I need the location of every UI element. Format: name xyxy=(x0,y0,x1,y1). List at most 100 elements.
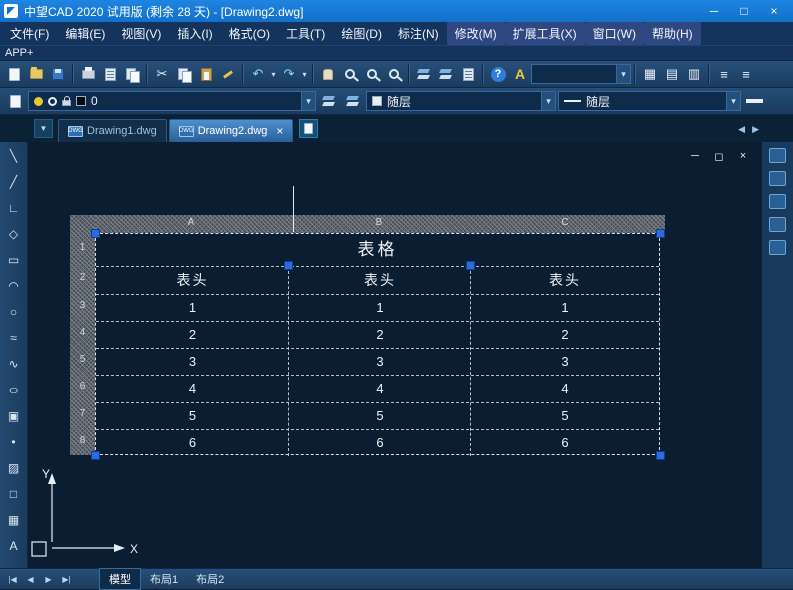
new-tab-button[interactable] xyxy=(299,119,318,138)
tab-overflow-button[interactable]: ▼ xyxy=(34,119,53,138)
mdi-restore-button[interactable]: ◻ xyxy=(712,150,726,163)
menu-tools[interactable]: 工具(T) xyxy=(278,22,333,45)
lineweight-button[interactable] xyxy=(743,90,765,112)
first-layout-button[interactable]: |◀ xyxy=(5,575,20,584)
color-combo[interactable]: 随层 ▾ xyxy=(366,91,556,111)
panel-icon-1[interactable] xyxy=(769,148,786,163)
next-layout-button[interactable]: ▶ xyxy=(41,575,56,584)
open-file-button[interactable] xyxy=(25,63,47,85)
insert-field-button[interactable]: ▤ xyxy=(661,63,683,85)
mdi-close-button[interactable]: × xyxy=(736,150,750,163)
point-tool-button[interactable]: • xyxy=(3,431,25,452)
zoom-window-button[interactable] xyxy=(361,63,383,85)
layer-manager-button[interactable] xyxy=(413,63,435,85)
layer-properties-button[interactable] xyxy=(318,90,340,112)
make-layer-current-button[interactable] xyxy=(4,90,26,112)
paste-button[interactable] xyxy=(195,63,217,85)
line-tool-button[interactable]: ╲ xyxy=(3,145,25,166)
rectangle-tool-button[interactable]: ▭ xyxy=(3,249,25,270)
grip-bottom-left[interactable] xyxy=(91,451,100,460)
revision-cloud-tool-button[interactable]: ≈ xyxy=(3,327,25,348)
style-combo[interactable]: ▾ xyxy=(531,64,631,84)
menu-edit[interactable]: 编辑(E) xyxy=(57,22,113,45)
tab-layout1[interactable]: 布局1 xyxy=(141,569,187,589)
panel-icon-3[interactable] xyxy=(769,194,786,209)
region-tool-button[interactable]: □ xyxy=(3,483,25,504)
save-button[interactable] xyxy=(47,63,69,85)
cad-table-entity[interactable]: 表格 表头 表头 表头 1 1 1 2 2 2 3 3 3 4 4 4 5 5 xyxy=(95,233,660,455)
redo-button[interactable]: ↷ xyxy=(278,63,300,85)
markup-button[interactable]: ≡ xyxy=(713,63,735,85)
polyline-tool-button[interactable]: ∟ xyxy=(3,197,25,218)
previous-layout-button[interactable]: ◀ xyxy=(23,575,38,584)
mtext-tool-button[interactable]: A xyxy=(3,535,25,556)
linetype-combo[interactable]: 随层 ▾ xyxy=(558,91,741,111)
menu-window[interactable]: 窗口(W) xyxy=(585,22,644,45)
match-properties-button[interactable] xyxy=(217,63,239,85)
publish-button[interactable] xyxy=(121,63,143,85)
copy-button[interactable] xyxy=(173,63,195,85)
menu-view[interactable]: 视图(V) xyxy=(113,22,169,45)
minimize-button[interactable]: ─ xyxy=(699,0,729,22)
pan-button[interactable] xyxy=(317,63,339,85)
tab-layout2[interactable]: 布局2 xyxy=(187,569,233,589)
polygon-tool-button[interactable]: ◇ xyxy=(3,223,25,244)
insert-table-button[interactable]: ▦ xyxy=(639,63,661,85)
circle-tool-button[interactable]: ○ xyxy=(3,301,25,322)
redo-dropdown[interactable]: ▾ xyxy=(300,63,309,85)
grip-column-2[interactable] xyxy=(466,261,475,270)
menu-format[interactable]: 格式(O) xyxy=(221,22,278,45)
panel-icon-5[interactable] xyxy=(769,240,786,255)
undo-button[interactable]: ↶ xyxy=(247,63,269,85)
insert-block-tool-button[interactable]: ▣ xyxy=(3,405,25,426)
drawing-canvas[interactable]: ─ ◻ × A B C 1 2 3 4 5 6 7 8 表格 表头 表头 表头 … xyxy=(28,142,762,568)
cut-button[interactable]: ✂ xyxy=(151,63,173,85)
print-preview-button[interactable] xyxy=(99,63,121,85)
panel-icon-4[interactable] xyxy=(769,217,786,232)
clean-screen-button[interactable]: ≡ xyxy=(735,63,757,85)
sheet-set-button[interactable]: ▥ xyxy=(683,63,705,85)
tab-scroll-right-icon[interactable]: ▶ xyxy=(752,124,759,135)
layer-previous-button[interactable] xyxy=(342,90,364,112)
text-style-button[interactable]: A xyxy=(509,63,531,85)
menu-dimension[interactable]: 标注(N) xyxy=(390,22,447,45)
chevron-down-icon[interactable]: ▾ xyxy=(616,65,630,83)
app-plus-menu[interactable]: APP+ xyxy=(5,47,33,59)
tab-close-icon[interactable]: × xyxy=(276,124,283,138)
tab-model[interactable]: 模型 xyxy=(99,568,141,590)
chevron-down-icon[interactable]: ▾ xyxy=(726,92,740,110)
doc-tab-drawing1[interactable]: DWG Drawing1.dwg xyxy=(58,119,167,142)
mdi-minimize-button[interactable]: ─ xyxy=(688,150,702,163)
doc-tab-drawing2[interactable]: DWG Drawing2.dwg × xyxy=(169,119,294,142)
print-button[interactable] xyxy=(77,63,99,85)
new-file-button[interactable] xyxy=(3,63,25,85)
panel-icon-2[interactable] xyxy=(769,171,786,186)
ellipse-tool-button[interactable]: ○ xyxy=(3,379,25,400)
grip-top-left[interactable] xyxy=(91,229,100,238)
tab-scroll-left-icon[interactable]: ◀ xyxy=(738,124,745,135)
spline-tool-button[interactable]: ∿ xyxy=(3,353,25,374)
properties-palette-button[interactable] xyxy=(457,63,479,85)
maximize-button[interactable]: □ xyxy=(729,0,759,22)
layer-combo[interactable]: 0 ▾ xyxy=(28,91,316,111)
arc-tool-button[interactable]: ◠ xyxy=(3,275,25,296)
hatch-tool-button[interactable]: ▨ xyxy=(3,457,25,478)
help-button[interactable]: ? xyxy=(487,63,509,85)
grip-bottom-right[interactable] xyxy=(656,451,665,460)
last-layout-button[interactable]: ▶| xyxy=(59,575,74,584)
menu-express-tools[interactable]: 扩展工具(X) xyxy=(505,22,585,45)
menu-modify[interactable]: 修改(M) xyxy=(447,22,505,45)
undo-dropdown[interactable]: ▾ xyxy=(269,63,278,85)
zoom-realtime-button[interactable] xyxy=(339,63,361,85)
close-button[interactable]: × xyxy=(759,0,789,22)
layer-states-button[interactable] xyxy=(435,63,457,85)
grip-column-1[interactable] xyxy=(284,261,293,270)
table-tool-button[interactable]: ▦ xyxy=(3,509,25,530)
menu-help[interactable]: 帮助(H) xyxy=(644,22,701,45)
zoom-previous-button[interactable] xyxy=(383,63,405,85)
menu-file[interactable]: 文件(F) xyxy=(2,22,57,45)
chevron-down-icon[interactable]: ▾ xyxy=(301,92,315,110)
chevron-down-icon[interactable]: ▾ xyxy=(541,92,555,110)
menu-draw[interactable]: 绘图(D) xyxy=(333,22,390,45)
grip-top-right[interactable] xyxy=(656,229,665,238)
